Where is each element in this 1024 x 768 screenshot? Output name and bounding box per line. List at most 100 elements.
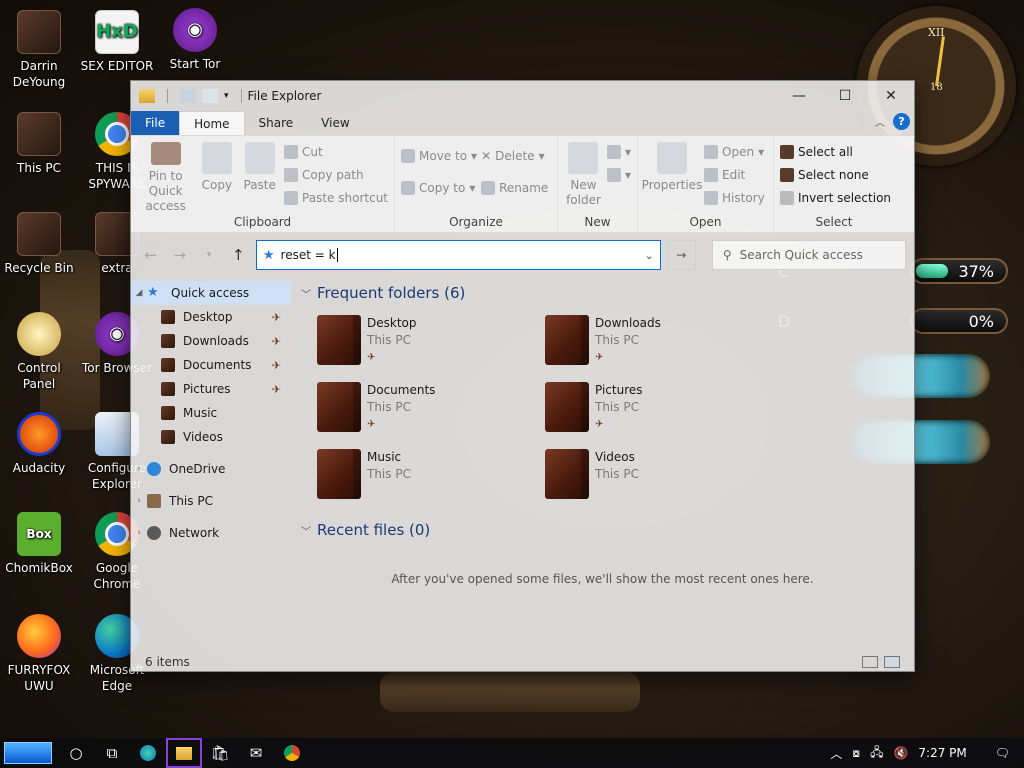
paste-shortcut-button[interactable]: Paste shortcut xyxy=(284,188,388,207)
collapse-ribbon-icon[interactable]: ︿ xyxy=(875,114,885,129)
folder-tile-desktop[interactable]: Desktop This PC ✈ xyxy=(317,315,545,366)
up-arrow-icon[interactable]: ↑ xyxy=(227,246,250,264)
store-icon[interactable]: 🛍 xyxy=(202,738,238,768)
open-group: Properties Open ▾ Edit History Open xyxy=(638,136,774,232)
properties-button[interactable]: Properties xyxy=(642,140,702,214)
frequent-folders-header[interactable]: ﹀ Frequent folders (6) xyxy=(301,281,904,305)
recent-locations-icon[interactable]: ▾ xyxy=(197,250,220,260)
network-tray-icon[interactable]: 🖧 xyxy=(870,743,883,764)
desktop-icon-furryfox[interactable]: FURRYFOX UWU xyxy=(0,614,78,694)
paste-button[interactable]: Paste xyxy=(239,140,280,214)
copy-button[interactable]: Copy xyxy=(198,140,235,214)
file-explorer-window[interactable]: ▾ File Explorer — ☐ ✕ File Home Share Vi… xyxy=(130,80,915,672)
edge-taskbar-icon[interactable] xyxy=(130,738,166,768)
copy-path-button[interactable]: Copy path xyxy=(284,165,388,184)
new-folder-icon[interactable] xyxy=(202,89,218,103)
select-none-button[interactable]: Select none xyxy=(780,165,891,184)
pin-icon: ✈ xyxy=(367,419,376,430)
desktop-icon-start-tor[interactable]: ◉ Start Tor xyxy=(156,8,234,72)
new-item-button[interactable]: ▾ xyxy=(606,142,631,161)
chrome-taskbar-icon[interactable] xyxy=(274,738,310,768)
expand-chevron-icon[interactable]: › xyxy=(131,528,147,538)
address-dropdown-icon[interactable]: ⌄ xyxy=(645,249,654,262)
move-to-button[interactable]: Move to ▾ xyxy=(401,142,477,170)
nav-item-pictures[interactable]: Pictures ✈ xyxy=(131,377,291,401)
nav-item-network[interactable]: › Network xyxy=(131,521,291,545)
rename-button[interactable]: Rename xyxy=(481,174,548,202)
folder-tile-videos[interactable]: Videos This PC xyxy=(545,449,773,500)
open-button[interactable]: Open ▾ xyxy=(704,142,765,161)
pin-to-quick-access-button[interactable]: Pin to Quick access xyxy=(137,140,194,214)
search-box[interactable]: ⚲ Search Quick access xyxy=(711,240,907,270)
expand-chevron-icon[interactable]: › xyxy=(131,496,147,506)
desktop-icon-this-pc[interactable]: This PC xyxy=(0,112,78,176)
folder-tile-documents[interactable]: Documents This PC ✈ xyxy=(317,382,545,433)
chevron-up-icon[interactable]: ︿ xyxy=(830,745,842,762)
folder-tile-downloads[interactable]: Downloads This PC ✈ xyxy=(545,315,773,366)
file-explorer-taskbar-icon[interactable] xyxy=(166,738,202,768)
desktop-icon-darrin[interactable]: Darrin DeYoung xyxy=(0,10,78,90)
title-bar[interactable]: ▾ File Explorer — ☐ ✕ xyxy=(131,81,914,111)
task-view-icon[interactable]: ⧉ xyxy=(94,738,130,768)
address-bar[interactable]: ★ reset = k ⌄ xyxy=(255,240,661,270)
collapse-chevron-icon[interactable]: ◢ xyxy=(131,288,147,298)
nav-item-music[interactable]: Music xyxy=(131,401,291,425)
go-arrow-icon[interactable]: → xyxy=(666,240,696,270)
desktop-icon-audacity[interactable]: Audacity xyxy=(0,412,78,476)
properties-icon[interactable] xyxy=(180,89,196,103)
cut-button[interactable]: Cut xyxy=(284,142,388,161)
folder-tile-music[interactable]: Music This PC xyxy=(317,449,545,500)
easy-access-button[interactable]: ▾ xyxy=(606,165,631,184)
select-all-button[interactable]: Select all xyxy=(780,142,891,161)
search-input[interactable]: Search Quick access xyxy=(740,248,863,262)
address-input[interactable]: reset = k xyxy=(281,248,336,262)
nav-item-quick-access[interactable]: ◢ ★ Quick access xyxy=(131,281,291,305)
headphones-icon xyxy=(17,412,61,456)
help-icon[interactable]: ? xyxy=(893,113,910,130)
mail-icon[interactable]: ✉ xyxy=(238,738,274,768)
customize-toolbar-icon[interactable]: ▾ xyxy=(224,91,229,101)
folder-tile-pictures[interactable]: Pictures This PC ✈ xyxy=(545,382,773,433)
select-all-icon xyxy=(780,144,794,159)
nav-item-onedrive[interactable]: › OneDrive xyxy=(131,457,291,481)
nav-item-desktop[interactable]: Desktop ✈ xyxy=(131,305,291,329)
tab-home[interactable]: Home xyxy=(179,111,245,135)
forward-arrow-icon[interactable]: → xyxy=(168,246,191,264)
desktop-icon-sex-editor[interactable]: HxD SEX EDITOR xyxy=(78,10,156,74)
tab-share[interactable]: Share xyxy=(245,111,308,135)
tab-view[interactable]: View xyxy=(307,111,363,135)
maximize-button[interactable]: ☐ xyxy=(822,81,868,111)
star-icon: ★ xyxy=(147,285,159,300)
new-folder-button[interactable]: New folder xyxy=(564,140,603,214)
speaker-muted-icon[interactable]: 🔇 xyxy=(893,746,908,760)
notifications-icon[interactable]: 🗨 xyxy=(995,746,1010,760)
delete-button[interactable]: ✕ Delete ▾ xyxy=(481,142,548,170)
desktop-icon-label: This PC xyxy=(17,161,61,175)
close-button[interactable]: ✕ xyxy=(868,81,914,111)
desktop-icon-chomikbox[interactable]: Box ChomikBox xyxy=(0,512,78,576)
divider xyxy=(446,529,904,531)
invert-selection-button[interactable]: Invert selection xyxy=(780,188,891,207)
recent-files-header[interactable]: ﹀ Recent files (0) xyxy=(301,518,904,542)
nav-item-downloads[interactable]: Downloads ✈ xyxy=(131,329,291,353)
desktop-icon-control-panel[interactable]: Control Panel xyxy=(0,312,78,392)
copy-to-button[interactable]: Copy to ▾ xyxy=(401,174,477,202)
content-pane: ﹀ Frequent folders (6) Desktop This PC ✈ D… xyxy=(291,277,914,651)
back-arrow-icon[interactable]: ← xyxy=(139,246,162,264)
history-button[interactable]: History xyxy=(704,188,765,207)
large-icons-view-icon[interactable] xyxy=(884,656,900,668)
tab-file[interactable]: File xyxy=(131,111,180,135)
start-button[interactable] xyxy=(4,742,52,764)
expand-chevron-icon[interactable]: › xyxy=(131,464,147,474)
nav-item-videos[interactable]: Videos xyxy=(131,425,291,449)
webcam-icon[interactable]: ⧇ xyxy=(852,746,860,761)
minimize-button[interactable]: — xyxy=(776,81,822,111)
desktop-icon-recycle-bin[interactable]: Recycle Bin xyxy=(0,212,78,276)
search-circle-icon[interactable]: ○ xyxy=(58,738,94,768)
nav-item-this-pc[interactable]: › This PC xyxy=(131,489,291,513)
clock-time[interactable]: 7:27 PM xyxy=(918,746,966,760)
nav-item-documents[interactable]: Documents ✈ xyxy=(131,353,291,377)
details-view-icon[interactable] xyxy=(862,656,878,668)
edit-button[interactable]: Edit xyxy=(704,165,765,184)
open-label: Open xyxy=(722,144,755,159)
